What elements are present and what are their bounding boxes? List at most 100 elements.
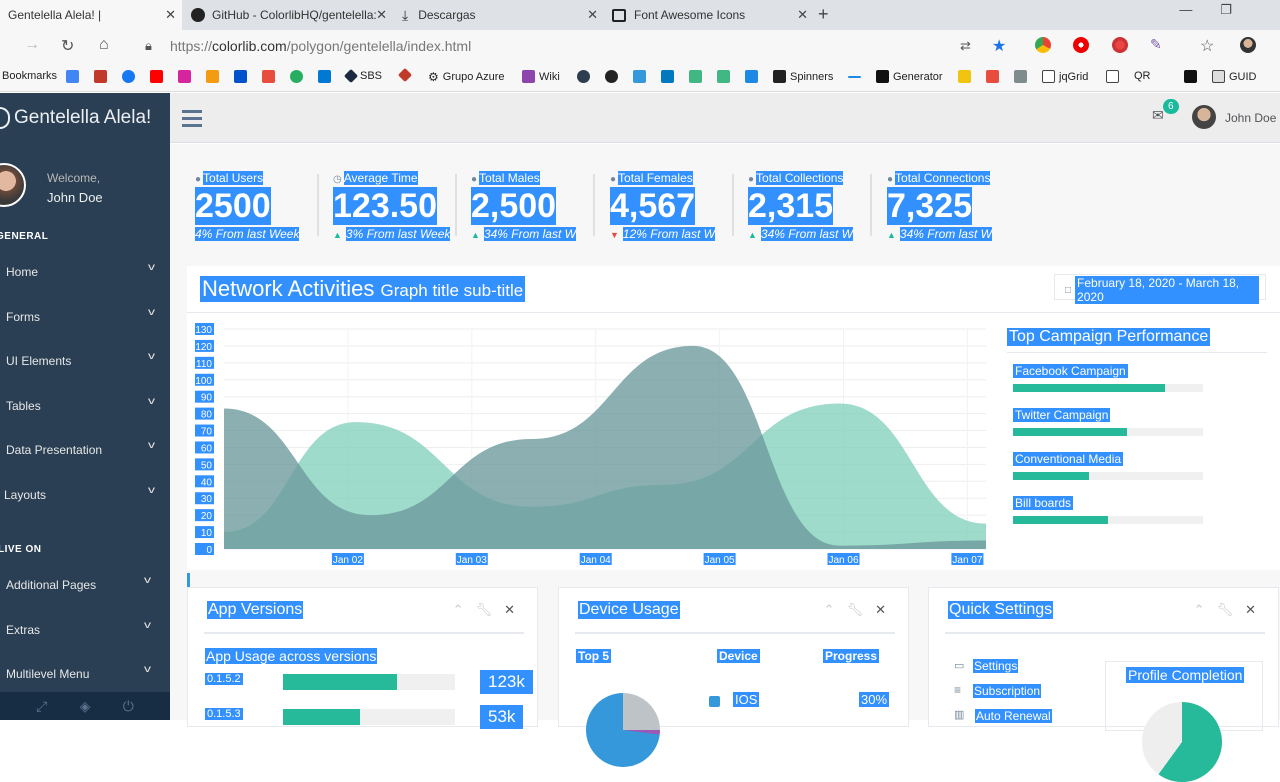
profile-icon[interactable] — [1240, 37, 1256, 53]
extension-icon[interactable] — [1112, 37, 1128, 53]
bookmark-icon[interactable] — [1014, 70, 1027, 83]
tile-stat: ● Total Females 4,567 ▼ 12% From last W — [610, 169, 750, 247]
close-icon[interactable]: ✕ — [875, 602, 886, 618]
json-icon[interactable] — [745, 70, 758, 83]
bookmark-icon[interactable] — [577, 70, 590, 83]
document-icon[interactable] — [1106, 70, 1119, 83]
quick-setting-link[interactable]: Settings — [973, 659, 1019, 673]
bookmark-label: GUID — [1229, 70, 1257, 83]
close-icon[interactable]: ✕ — [504, 602, 515, 618]
sidebar-item-data-presentation[interactable]: Data Presentation v — [0, 430, 170, 470]
opera-icon[interactable] — [1073, 37, 1089, 53]
bookmark-item[interactable]: QR — [1134, 70, 1151, 82]
sidebar-item-home[interactable]: Home v — [0, 252, 170, 292]
tv-icon[interactable] — [94, 70, 107, 83]
fullscreen-icon[interactable]: ⤢ — [36, 698, 47, 715]
close-tab-icon[interactable]: ✕ — [165, 7, 176, 23]
chevron-up-icon[interactable]: ⌃ — [1194, 602, 1205, 618]
bookmark-icon[interactable] — [633, 70, 646, 83]
bookmark-item[interactable]: SBS — [343, 68, 382, 84]
new-tab-icon[interactable]: + — [818, 4, 829, 25]
translate-icon[interactable]: ⇄ — [960, 38, 971, 54]
browser-tab[interactable]: GitHub - ColorlibHQ/gentelella: ✕ — [183, 0, 393, 30]
star-icon[interactable]: ★ — [992, 36, 1006, 56]
bookmark-item[interactable]: Spinners — [773, 70, 833, 83]
quick-setting-link[interactable]: Auto Renewal — [975, 709, 1052, 723]
sidebar-item-extras[interactable]: Extras v — [0, 610, 170, 650]
menu-toggle-icon[interactable] — [182, 110, 202, 131]
sidebar-item-additional-pages[interactable]: Additional Pages v — [0, 565, 170, 605]
translate-icon[interactable] — [66, 70, 79, 83]
bookmark-icon[interactable] — [206, 70, 219, 83]
bookmark-icon[interactable] — [986, 70, 999, 83]
bookmark-label: Bookmarks — [2, 70, 58, 82]
bookmark-icon[interactable] — [234, 70, 247, 83]
instagram-icon[interactable] — [178, 70, 191, 83]
sidebar-item-label: Home — [6, 265, 39, 279]
main-content: ● Total Users 2500 4% From last Week ◷ Averag… — [170, 144, 1280, 782]
version-value: 123k — [480, 670, 533, 694]
top-user-name[interactable]: John Doe — [1225, 111, 1276, 125]
bookmark-item[interactable]: Wiki — [522, 70, 560, 83]
chevron-up-icon[interactable]: ⌃ — [824, 602, 835, 618]
bookmark-icon[interactable] — [1184, 70, 1197, 83]
date-range-picker[interactable]: □ February 18, 2020 - March 18, 2020 — [1054, 274, 1266, 304]
sidebar-item-multilevel-menu[interactable]: Multilevel Menu v — [0, 654, 170, 694]
facebook-icon[interactable] — [122, 70, 135, 83]
quick-setting-link[interactable]: Subscription — [973, 684, 1042, 698]
close-icon[interactable]: ✕ — [1245, 602, 1256, 618]
sidebar-item-tables[interactable]: Tables v — [0, 386, 170, 426]
tab-title: Font Awesome Icons — [634, 8, 746, 22]
reload-icon[interactable]: ↻ — [61, 36, 74, 56]
close-tab-icon[interactable]: ✕ — [587, 7, 598, 23]
vue-icon[interactable] — [689, 70, 702, 83]
envelope-icon[interactable]: ✉ — [1152, 107, 1164, 124]
wrench-icon[interactable]: 🔧︎ — [847, 602, 864, 618]
bookmark-item[interactable]: GUID — [1212, 70, 1257, 83]
bookmark-icon[interactable] — [262, 70, 275, 83]
extension-icon[interactable] — [1035, 37, 1051, 53]
forward-icon[interactable]: → — [24, 36, 40, 54]
browser-tab[interactable]: Gentelella Alela! | ✕ — [0, 0, 182, 30]
bookmark-icon[interactable] — [848, 76, 861, 78]
sidebar-item-layouts[interactable]: Layouts v — [0, 475, 170, 515]
bookmark-icon[interactable] — [290, 70, 303, 83]
wrench-icon[interactable]: 🔧︎ — [1217, 602, 1234, 618]
lock-icon[interactable]: ◈ — [80, 698, 91, 715]
logout-icon[interactable]: ⏻ — [123, 698, 134, 715]
outlook-icon[interactable] — [318, 70, 331, 83]
bookmark-icon[interactable] — [958, 70, 971, 83]
bookmark-item[interactable]: Bookmarks — [2, 70, 57, 82]
browser-tab[interactable]: ⤓ Descargas ✕ — [394, 0, 604, 30]
bookmark-item[interactable]: Generator — [876, 70, 943, 83]
bookmark-icon[interactable] — [605, 70, 618, 83]
chevron-up-icon[interactable]: ⌃ — [453, 602, 464, 618]
sidebar-item-ui-elements[interactable]: UI Elements v — [0, 341, 170, 381]
youtube-icon[interactable] — [150, 70, 163, 83]
bookmark-icon[interactable] — [397, 67, 413, 83]
avatar[interactable] — [1192, 105, 1216, 129]
bookmark-item[interactable]: ⚙ Grupo Azure — [428, 70, 505, 84]
url-field[interactable]: https://colorlib.com/polygon/gentelella/… — [170, 38, 471, 54]
calendar-icon: ▭ — [954, 660, 965, 672]
document-icon — [1212, 70, 1225, 83]
wrench-icon[interactable]: 🔧︎ — [476, 602, 493, 618]
tile-label: Average Time — [343, 171, 418, 185]
home-icon[interactable]: ⌂ — [99, 36, 109, 54]
sidebar-item-label: Layouts — [4, 488, 47, 502]
window-controls[interactable]: —❐ — [1179, 2, 1260, 18]
bookmark-item[interactable]: jqGrid — [1042, 70, 1088, 83]
vue-icon[interactable] — [717, 70, 730, 83]
favorites-icon[interactable]: ☆ — [1200, 36, 1214, 56]
sidebar-item-forms[interactable]: Forms v — [0, 297, 170, 337]
brand-logo[interactable]: Gentelella Alela! — [0, 107, 151, 129]
close-tab-icon[interactable]: ✕ — [376, 7, 387, 23]
avatar — [0, 163, 26, 207]
trello-icon[interactable] — [661, 70, 674, 83]
browser-tab[interactable]: Font Awesome Icons ✕ — [604, 0, 814, 30]
tile-stat: ● Total Males 2,500 ▲ 34% From last W — [471, 169, 611, 247]
user-icon: ● — [471, 174, 478, 185]
arrow-up-icon: ▲ — [887, 230, 896, 240]
close-tab-icon[interactable]: ✕ — [797, 7, 808, 23]
eyedropper-icon[interactable]: ✎ — [1150, 36, 1162, 53]
